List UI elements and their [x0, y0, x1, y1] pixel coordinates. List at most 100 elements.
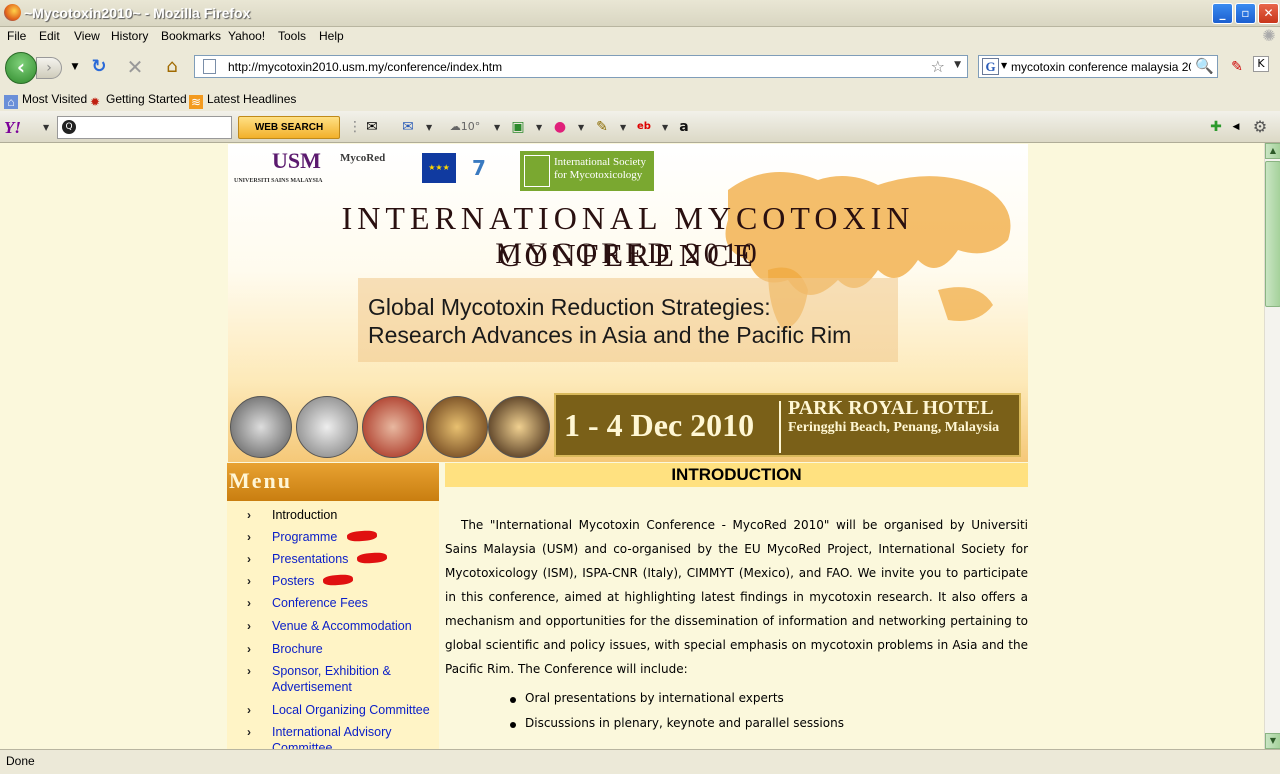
- engine-dropdown-icon[interactable]: ▼: [1001, 61, 1007, 70]
- web-search-button[interactable]: WEB SEARCH: [238, 116, 340, 139]
- yahoo-pencil-icon[interactable]: ✉: [362, 117, 382, 137]
- rss-icon: ≋: [189, 95, 203, 109]
- mycored-logo: MycoRed: [340, 152, 386, 164]
- google-engine-icon[interactable]: G: [982, 58, 999, 75]
- search-magnifier-icon[interactable]: 🔍: [1195, 57, 1214, 75]
- mail-dropdown-icon[interactable]: ▼: [426, 123, 432, 132]
- maximize-button[interactable]: ▫: [1235, 3, 1256, 24]
- fungi-image-4: [426, 396, 488, 458]
- yahoo-search-icon: Q: [62, 120, 76, 134]
- theme-line-1: Global Mycotoxin Reduction Strategies:: [368, 294, 771, 320]
- conference-banner: USM UNIVERSITI SAINS MALAYSIA MycoRed ★★★…: [228, 144, 1028, 462]
- menu-file[interactable]: File: [7, 29, 26, 43]
- fungi-image-5: [488, 396, 550, 458]
- bookmark-getting-started[interactable]: ✹ Getting Started: [88, 92, 187, 109]
- finance-icon[interactable]: ▣: [508, 117, 528, 137]
- bookmark-most-visited[interactable]: ⌂ Most Visited: [4, 92, 87, 109]
- url-bar[interactable]: http://mycotoxin2010.usm.my/conference/i…: [194, 55, 968, 78]
- introduction-paragraph: The "International Mycotoxin Conference …: [445, 518, 1028, 676]
- firefox-bookmark-icon: ✹: [89, 95, 101, 109]
- flickr-dropdown-icon[interactable]: ▼: [578, 123, 584, 132]
- ebay-icon[interactable]: eb: [634, 117, 654, 137]
- list-item: Discussions in plenary, keynote and para…: [510, 716, 844, 741]
- scrollbar-thumb[interactable]: [1265, 161, 1280, 307]
- chevron-right-icon: ›: [247, 552, 251, 566]
- menu-bookmarks[interactable]: Bookmarks: [161, 29, 221, 43]
- close-button[interactable]: ✕: [1258, 3, 1279, 24]
- history-dropdown-icon[interactable]: ▼: [64, 56, 86, 78]
- chevron-right-icon: ›: [247, 574, 251, 588]
- weather-dropdown-icon[interactable]: ▼: [494, 123, 500, 132]
- ism-emblem-icon: [524, 155, 550, 187]
- eu-flag-logo: ★★★: [422, 153, 456, 183]
- url-text[interactable]: http://mycotoxin2010.usm.my/conference/i…: [228, 60, 502, 74]
- menu-history[interactable]: History: [111, 29, 148, 43]
- status-text: Done: [6, 754, 35, 768]
- chevron-right-icon: ›: [247, 703, 251, 717]
- stop-icon[interactable]: ✕: [124, 56, 146, 78]
- new-badge: [356, 551, 388, 565]
- search-input[interactable]: [1011, 59, 1191, 75]
- bookmark-latest-headlines[interactable]: ≋ Latest Headlines: [189, 92, 296, 109]
- yahoo-search-input[interactable]: Q: [57, 116, 232, 139]
- introduction-bullets: Oral presentations by international expe…: [510, 691, 844, 741]
- notepad-icon[interactable]: ✎: [592, 117, 612, 137]
- new-badge: [322, 573, 354, 587]
- conference-date: 1 - 4 Dec 2010: [564, 407, 755, 443]
- venue-name: PARK ROYAL HOTEL: [788, 397, 994, 419]
- minimize-button[interactable]: _: [1212, 3, 1233, 24]
- yahoo-logo[interactable]: Y!: [4, 118, 21, 138]
- chevron-right-icon: ›: [247, 664, 251, 678]
- scroll-down-icon[interactable]: ▼: [1265, 733, 1280, 749]
- home-icon[interactable]: ⌂: [161, 56, 183, 78]
- date-divider: [779, 401, 781, 453]
- conference-subtitle: MYCORED 2010: [495, 237, 761, 270]
- mail-icon[interactable]: ✉: [398, 117, 418, 137]
- chevron-right-icon: ›: [247, 596, 251, 610]
- list-item: Oral presentations by international expe…: [510, 691, 844, 716]
- forward-button[interactable]: ›: [36, 57, 62, 79]
- scroll-up-icon[interactable]: ▲: [1265, 143, 1280, 159]
- search-bar[interactable]: G ▼ 🔍: [978, 55, 1218, 78]
- notepad-dropdown-icon[interactable]: ▼: [620, 123, 626, 132]
- usm-logo: USM UNIVERSITI SAINS MALAYSIA: [234, 148, 323, 184]
- throbber-icon: ✺: [1262, 26, 1276, 45]
- bookmark-star-icon[interactable]: ☆: [931, 57, 945, 76]
- side-menu: Menu › Introduction › Programme › Presentat…: [227, 463, 439, 749]
- fungi-image-3: [362, 396, 424, 458]
- menu-view[interactable]: View: [74, 29, 100, 43]
- finance-dropdown-icon[interactable]: ▼: [536, 123, 542, 132]
- ism-logo: International Society for Mycotoxicology: [520, 151, 654, 191]
- menu-help[interactable]: Help: [319, 29, 344, 43]
- menu-yahoo[interactable]: Yahoo!: [228, 29, 265, 43]
- reload-icon[interactable]: ↻: [88, 56, 110, 78]
- weather-icon[interactable]: ☁10°: [442, 117, 488, 137]
- chevron-right-icon: ›: [247, 508, 251, 522]
- yahoo-dropdown-icon[interactable]: ▼: [43, 123, 49, 132]
- add-button-icon[interactable]: ✚: [1206, 117, 1226, 137]
- amazon-icon[interactable]: a: [674, 117, 694, 137]
- fungi-images: [230, 396, 555, 458]
- back-button[interactable]: ‹: [5, 52, 37, 84]
- window-title: ~Mycotoxin2010~ - Mozilla Firefox: [24, 5, 251, 21]
- date-venue-box: 1 - 4 Dec 2010 PARK ROYAL HOTEL Feringgh…: [554, 393, 1021, 457]
- url-dropdown-icon[interactable]: ▼: [954, 60, 961, 70]
- chevron-right-icon: ›: [247, 530, 251, 544]
- addon-k-icon[interactable]: K: [1253, 56, 1269, 72]
- most-visited-icon: ⌂: [4, 95, 18, 109]
- fungi-image-1: [230, 396, 292, 458]
- settings-gear-icon[interactable]: ⚙: [1250, 117, 1270, 137]
- addon-icon[interactable]: ✎: [1226, 56, 1248, 78]
- vertical-scrollbar[interactable]: ▲ ▼: [1264, 143, 1280, 749]
- window-titlebar[interactable]: ~Mycotoxin2010~ - Mozilla Firefox _ ▫ ✕: [0, 0, 1280, 27]
- ebay-dropdown-icon[interactable]: ▼: [662, 123, 668, 132]
- bookmarks-toolbar: ⌂ Most Visited ✹ Getting Started ≋ Latest H…: [0, 87, 1280, 111]
- menu-edit[interactable]: Edit: [39, 29, 60, 43]
- toolbar-scroll-left-icon[interactable]: ◀: [1226, 117, 1246, 137]
- status-bar: Done: [0, 749, 1280, 774]
- chevron-right-icon: ›: [247, 725, 251, 739]
- introduction-heading: INTRODUCTION: [445, 463, 1028, 487]
- flickr-icon[interactable]: ●: [550, 117, 570, 137]
- menu-tools[interactable]: Tools: [278, 29, 306, 43]
- fungi-image-2: [296, 396, 358, 458]
